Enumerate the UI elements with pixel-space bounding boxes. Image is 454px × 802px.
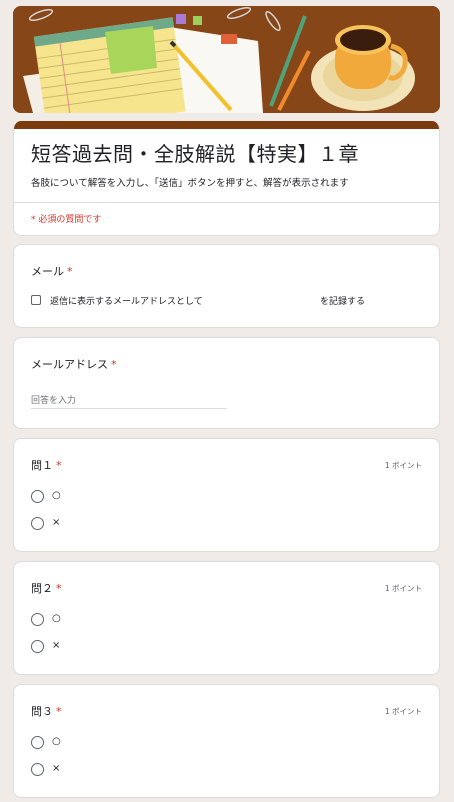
question-card: 問１ * 1 ポイント ○ × bbox=[13, 438, 440, 552]
email-collect-label-text: メール bbox=[31, 265, 64, 278]
option-label-maru: ○ bbox=[52, 736, 61, 747]
option-label-maru: ○ bbox=[52, 613, 61, 624]
radio-option-maru[interactable] bbox=[31, 736, 44, 749]
required-star: * bbox=[56, 582, 62, 595]
header-banner-image bbox=[13, 6, 440, 113]
points-label: 1 ポイント bbox=[384, 584, 422, 593]
option-label-batsu: × bbox=[52, 517, 61, 528]
form-title: 短答過去問・全肢解説【特実】１章 bbox=[31, 142, 359, 166]
required-star: * bbox=[56, 705, 62, 718]
radio-option-batsu[interactable] bbox=[31, 763, 44, 776]
option-label-batsu: × bbox=[52, 763, 61, 774]
question-label: 問１ * bbox=[31, 457, 62, 473]
question-card: 問３ * 1 ポイント ○ × bbox=[13, 684, 440, 798]
required-star: * bbox=[56, 459, 62, 472]
question-label-text: 問２ bbox=[31, 582, 53, 595]
email-collect-label: メール * bbox=[31, 263, 73, 279]
email-address-label-text: メールアドレス bbox=[31, 358, 108, 371]
required-note: * 必須の質問です bbox=[31, 215, 102, 225]
form-description: 各肢について解答を入力し、「送信」ボタンを押すと、解答が表示されます bbox=[31, 178, 349, 189]
record-email-checkbox[interactable] bbox=[31, 295, 41, 305]
radio-option-maru[interactable] bbox=[31, 613, 44, 626]
form-page: 短答過去問・全肢解説【特実】１章 各肢について解答を入力し、「送信」ボタンを押す… bbox=[0, 0, 454, 802]
email-collect-card: メール * 返信に表示するメールアドレスとして を記録する bbox=[13, 244, 440, 328]
email-address-label: メールアドレス * bbox=[31, 356, 117, 372]
radio-option-batsu[interactable] bbox=[31, 640, 44, 653]
form-header-card: 短答過去問・全肢解説【特実】１章 各肢について解答を入力し、「送信」ボタンを押す… bbox=[13, 121, 440, 236]
radio-option-maru[interactable] bbox=[31, 490, 44, 503]
email-address-card: メールアドレス * 回答を入力 bbox=[13, 337, 440, 429]
record-email-label-left: 返信に表示するメールアドレスとして bbox=[50, 297, 203, 307]
radio-option-batsu[interactable] bbox=[31, 517, 44, 530]
option-label-maru: ○ bbox=[52, 490, 61, 501]
desk-illustration bbox=[13, 6, 440, 113]
question-label-text: 問３ bbox=[31, 705, 53, 718]
header-divider bbox=[14, 202, 439, 203]
required-star: * bbox=[67, 265, 73, 278]
record-email-label-right: を記録する bbox=[320, 297, 366, 307]
email-input-underline bbox=[31, 408, 227, 409]
email-address-input[interactable]: 回答を入力 bbox=[31, 393, 76, 406]
question-label: 問３ * bbox=[31, 703, 62, 719]
question-card: 問２ * 1 ポイント ○ × bbox=[13, 561, 440, 675]
header-accent-bar bbox=[14, 121, 439, 129]
points-label: 1 ポイント bbox=[384, 461, 422, 470]
question-label-text: 問１ bbox=[31, 459, 53, 472]
required-star: * bbox=[111, 358, 117, 371]
points-label: 1 ポイント bbox=[384, 707, 422, 716]
option-label-batsu: × bbox=[52, 640, 61, 651]
question-label: 問２ * bbox=[31, 580, 62, 596]
